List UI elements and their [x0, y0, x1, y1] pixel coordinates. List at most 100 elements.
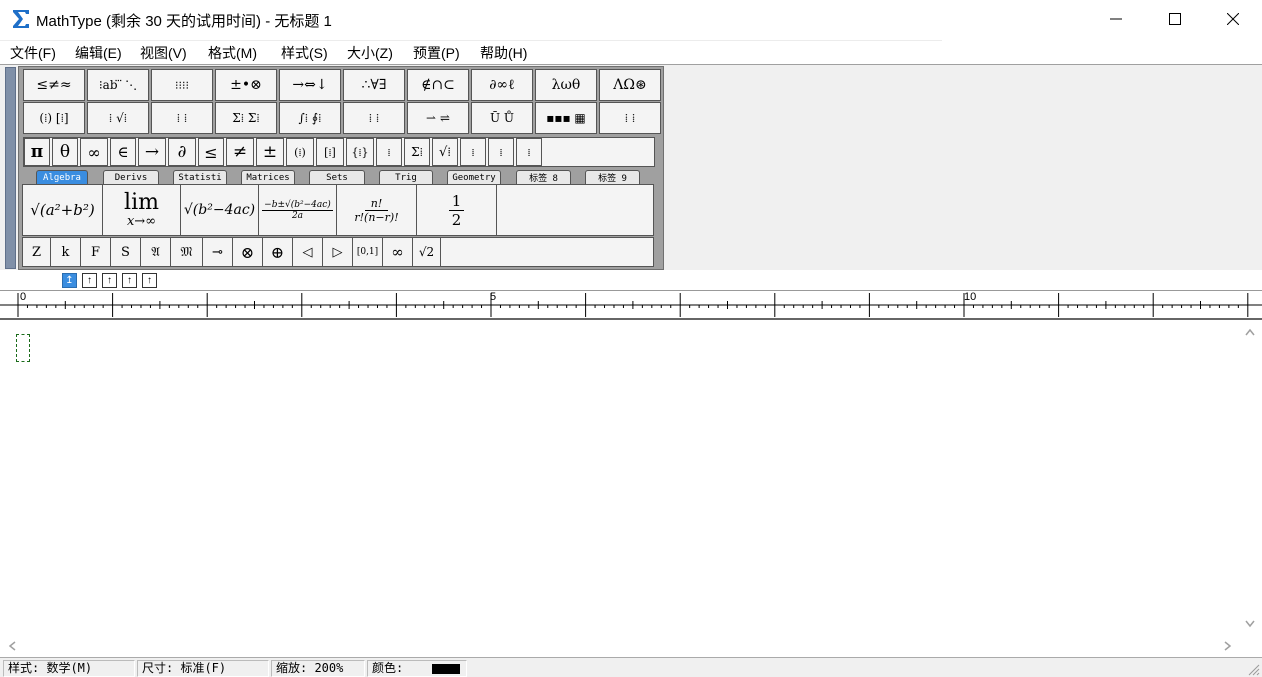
symbol-not-equal[interactable]: ≠ — [226, 138, 254, 166]
template-summation[interactable]: Σ⁞ — [404, 138, 430, 166]
menu-view[interactable]: 视图(V) — [140, 43, 187, 63]
relations-palette-button[interactable]: ≤≠≈ — [23, 69, 85, 101]
symbol-infinity-2[interactable]: ∞ — [383, 238, 413, 266]
status-size[interactable]: 尺寸: 标准(F) — [137, 660, 269, 677]
nudge-up-3-icon[interactable]: ↑ — [122, 273, 137, 288]
quadratic-numerator: −b±√(b²−4ac) — [262, 199, 333, 211]
template-hypotenuse[interactable]: √(a²+b²) — [23, 185, 103, 235]
template-parentheses[interactable]: (⁞) — [286, 138, 314, 166]
template-quadratic[interactable]: −b±√(b²−4ac) 2a — [259, 185, 337, 235]
menu-size[interactable]: 大小(Z) — [347, 43, 393, 63]
align-icon[interactable]: ↥ — [62, 273, 77, 288]
logic-palette-button[interactable]: ∴∀∃ — [343, 69, 405, 101]
symbol-right-arrow[interactable]: → — [138, 138, 166, 166]
symbol-z[interactable]: Z — [23, 238, 51, 266]
tab-label-9[interactable]: 标签 9 — [585, 170, 640, 184]
empty-slot[interactable] — [16, 334, 30, 362]
fences-palette-button[interactable]: (⁞) [⁞] — [23, 102, 85, 134]
status-zoom[interactable]: 缩放: 200% — [271, 660, 365, 677]
symbol-left-triangle[interactable]: ◁ — [293, 238, 323, 266]
tab-trig[interactable]: Trig — [379, 170, 433, 184]
template-superscript[interactable]: ⁞ — [460, 138, 486, 166]
toolbar-grip[interactable] — [5, 67, 16, 269]
template-radical[interactable]: √⁞ — [432, 138, 458, 166]
greek-lowercase-palette-button[interactable]: λωθ — [535, 69, 597, 101]
scroll-down-icon[interactable] — [1245, 620, 1255, 628]
misc-symbols-palette-button[interactable]: ∂∞ℓ — [471, 69, 533, 101]
symbol-s[interactable]: S — [111, 238, 141, 266]
symbol-right-triangle[interactable]: ▷ — [323, 238, 353, 266]
nudge-up-icon[interactable]: ↑ — [82, 273, 97, 288]
spaces-ellipses-palette-button[interactable]: ⁝ab ⃛ ⋱ — [87, 69, 149, 101]
symbol-element-of[interactable]: ∈ — [110, 138, 136, 166]
tab-sets[interactable]: Sets — [309, 170, 365, 184]
symbol-partial[interactable]: ∂ — [168, 138, 196, 166]
tab-matrices[interactable]: Matrices — [241, 170, 295, 184]
tab-derivs[interactable]: Derivs — [103, 170, 159, 184]
template-braces[interactable]: {⁞} — [346, 138, 374, 166]
labeled-arrows-palette-button[interactable]: ⇀ ⇌ — [407, 102, 469, 134]
symbol-theta[interactable]: θ — [52, 138, 78, 166]
equation-editor[interactable] — [0, 320, 1262, 657]
maximize-button[interactable] — [1146, 0, 1204, 38]
symbol-plus-minus[interactable]: ± — [256, 138, 284, 166]
embellishments-palette-button[interactable]: ⁝⁝⁝⁝ — [151, 69, 213, 101]
operators-palette-button[interactable]: ±•⊗ — [215, 69, 277, 101]
tab-geometry[interactable]: Geometry — [447, 170, 501, 184]
symbol-circle-plus[interactable]: ⊕ — [263, 238, 293, 266]
symbol-fraktur-a[interactable]: 𝔄 — [141, 238, 171, 266]
menu-edit[interactable]: 编辑(E) — [75, 43, 122, 63]
symbol-pi[interactable]: π — [24, 138, 50, 166]
symbol-interval[interactable]: [0,1] — [353, 238, 383, 266]
vertical-scrollbar[interactable] — [1240, 322, 1260, 636]
menu-help[interactable]: 帮助(H) — [480, 43, 527, 63]
template-limit[interactable]: lim x→∞ — [103, 185, 181, 235]
fractions-radicals-palette-button[interactable]: ⁞ √⁞ — [87, 102, 149, 134]
nudge-up-4-icon[interactable]: ↑ — [142, 273, 157, 288]
boxes-palette-button[interactable]: ⁞ ⁞ — [599, 102, 661, 134]
resize-grip-icon[interactable] — [1246, 662, 1260, 676]
template-brackets[interactable]: [⁞] — [316, 138, 344, 166]
status-style[interactable]: 样式: 数学(M) — [3, 660, 135, 677]
symbol-fraktur-m[interactable]: 𝔐 — [171, 238, 203, 266]
tab-statistics[interactable]: Statisti — [173, 170, 227, 184]
horizontal-scrollbar[interactable] — [0, 636, 1240, 656]
arrows-palette-button[interactable]: →⇔↓ — [279, 69, 341, 101]
ruler[interactable]: 0 5 10 — [0, 290, 1262, 320]
set-theory-palette-button[interactable]: ∉∩⊂ — [407, 69, 469, 101]
summation-palette-button[interactable]: Σ⁞ Σ⁞ — [215, 102, 277, 134]
tab-label-8[interactable]: 标签 8 — [516, 170, 571, 184]
template-one-half[interactable]: 1 2 — [417, 185, 497, 235]
menu-format[interactable]: 格式(M) — [208, 43, 257, 63]
symbol-k[interactable]: k — [51, 238, 81, 266]
products-palette-button[interactable]: Ū Ů — [471, 102, 533, 134]
scroll-right-icon[interactable] — [1224, 641, 1232, 651]
scroll-up-icon[interactable] — [1245, 328, 1255, 336]
template-fraction[interactable]: ⁞ — [376, 138, 402, 166]
symbol-circle-times[interactable]: ⊗ — [233, 238, 263, 266]
greek-uppercase-palette-button[interactable]: ΛΩ⊛ — [599, 69, 661, 101]
status-color[interactable]: 颜色: — [367, 660, 467, 677]
template-subscript[interactable]: ⁞ — [488, 138, 514, 166]
symbol-sqrt-2[interactable]: √2 — [413, 238, 441, 266]
status-bar: 样式: 数学(M) 尺寸: 标准(F) 缩放: 200% 颜色: — [0, 657, 1262, 677]
template-discriminant[interactable]: √(b²−4ac) — [181, 185, 259, 235]
symbol-f[interactable]: F — [81, 238, 111, 266]
symbol-infinity[interactable]: ∞ — [80, 138, 108, 166]
scroll-left-icon[interactable] — [8, 641, 16, 651]
symbol-multimap[interactable]: ⊸ — [203, 238, 233, 266]
menu-preferences[interactable]: 预置(P) — [413, 43, 460, 63]
symbol-less-equal[interactable]: ≤ — [198, 138, 224, 166]
integrals-palette-button[interactable]: ∫⁞ ∮⁞ — [279, 102, 341, 134]
matrices-palette-button[interactable]: ▪▪▪ ▦ — [535, 102, 597, 134]
bars-palette-button[interactable]: ⁞ ⁞ — [343, 102, 405, 134]
template-sub-superscript[interactable]: ⁞ — [516, 138, 542, 166]
close-button[interactable] — [1204, 0, 1262, 38]
scripts-palette-button[interactable]: ⁞ ⁞ — [151, 102, 213, 134]
tab-algebra[interactable]: Algebra — [36, 170, 88, 184]
minimize-button[interactable] — [1087, 0, 1145, 38]
menu-style[interactable]: 样式(S) — [281, 43, 328, 63]
template-combination[interactable]: n! r!(n−r)! — [337, 185, 417, 235]
nudge-up-2-icon[interactable]: ↑ — [102, 273, 117, 288]
menu-file[interactable]: 文件(F) — [10, 43, 56, 63]
